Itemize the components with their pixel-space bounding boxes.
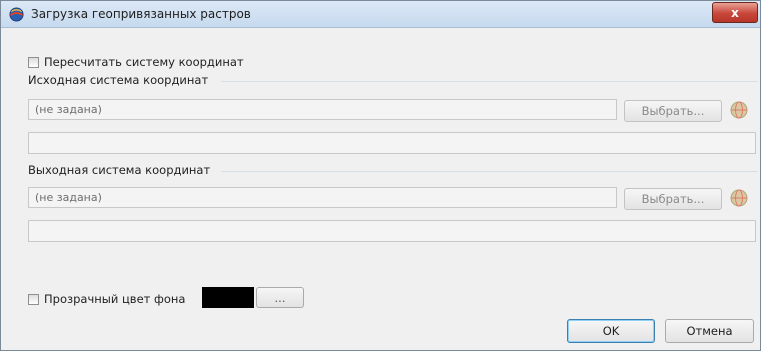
transparent-bg-checkbox-row[interactable]: Прозрачный цвет фона <box>28 292 185 306</box>
source-cs-group-title: Исходная система координат <box>28 73 209 87</box>
app-globe-icon <box>9 7 24 22</box>
window-title: Загрузка геопривязанных растров <box>31 7 251 21</box>
source-cs-divider <box>221 81 758 82</box>
target-cs-details <box>28 220 756 242</box>
target-cs-group-title: Выходная система координат <box>28 163 211 177</box>
bg-color-swatch[interactable] <box>202 287 254 308</box>
source-cs-field: (не задана) <box>28 99 617 120</box>
cancel-button[interactable]: Отмена <box>665 319 754 343</box>
recalc-cs-checkbox-row[interactable]: Пересчитать систему координат <box>28 55 244 69</box>
globe-icon[interactable] <box>730 101 748 119</box>
close-button[interactable]: x <box>712 2 758 23</box>
target-cs-field: (не задана) <box>28 187 617 208</box>
globe-icon[interactable] <box>730 189 748 207</box>
transparent-bg-label: Прозрачный цвет фона <box>44 292 186 306</box>
transparent-bg-checkbox[interactable] <box>28 293 39 305</box>
target-cs-select-button[interactable]: Выбрать... <box>624 188 722 210</box>
source-cs-select-button[interactable]: Выбрать... <box>624 100 722 122</box>
target-cs-divider <box>221 171 758 172</box>
title-bar: Загрузка геопривязанных растров x <box>1 1 760 28</box>
recalc-cs-checkbox[interactable] <box>28 56 39 68</box>
ok-button[interactable]: OK <box>567 319 655 343</box>
recalc-cs-label: Пересчитать систему координат <box>44 55 244 69</box>
pick-color-button[interactable]: ... <box>256 287 304 308</box>
source-cs-details <box>28 132 756 154</box>
dialog-window: Загрузка геопривязанных растров x Пересч… <box>0 0 761 351</box>
